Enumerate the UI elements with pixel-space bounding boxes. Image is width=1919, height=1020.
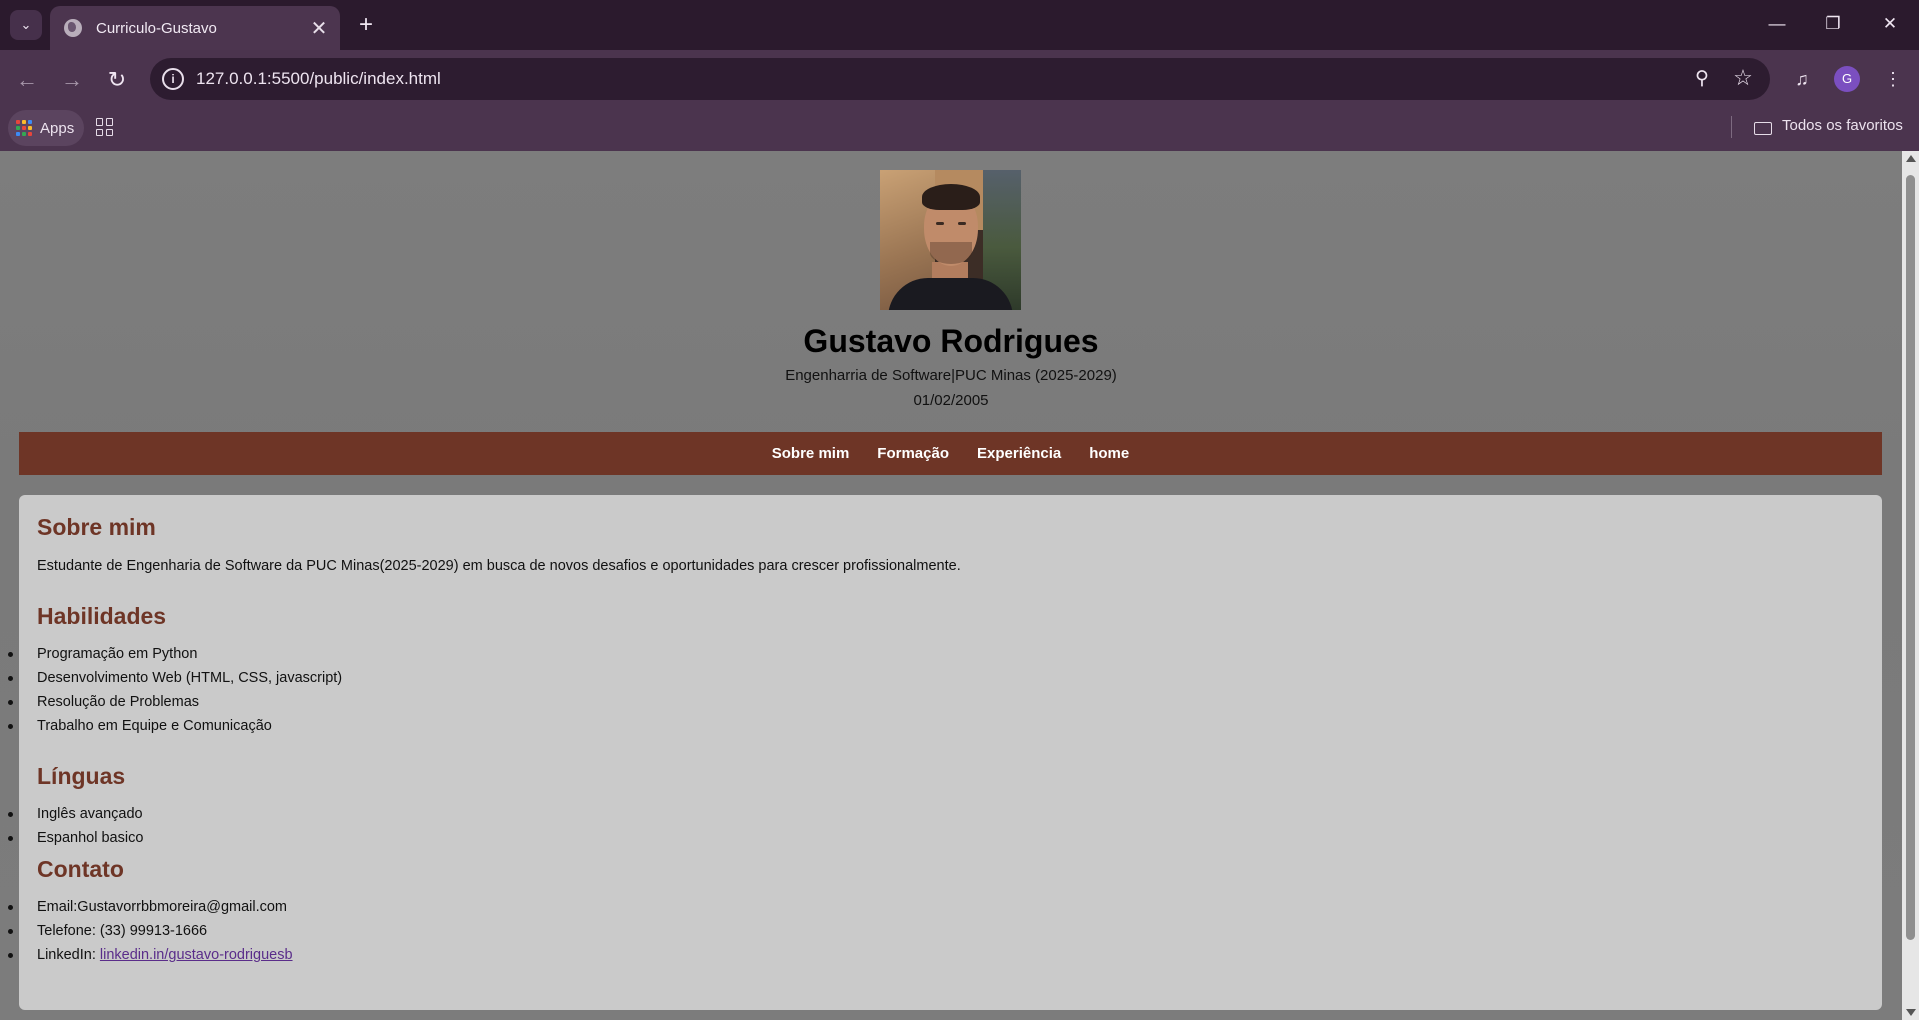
page-viewport: Gustavo Rodrigues Engenharria de Softwar… — [0, 151, 1902, 1020]
folder-icon[interactable] — [1754, 122, 1772, 135]
menu-icon[interactable]: ⋮ — [1878, 64, 1908, 94]
tab-strip: ⌄ Curriculo-Gustavo ✕ + — ❐ ✕ — [0, 0, 1919, 50]
scroll-up-icon[interactable] — [1906, 155, 1916, 162]
close-icon[interactable]: ✕ — [306, 16, 332, 41]
page-scrollbar[interactable] — [1902, 151, 1919, 1020]
list-item: Inglês avançado — [7, 802, 143, 826]
contact-linkedin: LinkedIn: linkedin.in/gustavo-rodriguesb — [8, 943, 293, 967]
nav-link-sobre-mim[interactable]: Sobre mim — [772, 445, 850, 462]
site-nav: Sobre mim Formação Experiência home — [19, 432, 1882, 475]
contact-list: Email:Gustavorrbbmoreira@gmail.com Telef… — [8, 895, 293, 967]
list-item: Programação em Python — [7, 642, 342, 666]
active-tab[interactable]: Curriculo-Gustavo ✕ — [50, 6, 340, 50]
linkedin-link[interactable]: linkedin.in/gustavo-rodriguesb — [100, 947, 293, 963]
back-icon[interactable]: ← — [12, 65, 42, 95]
list-item: Desenvolvimento Web (HTML, CSS, javascri… — [7, 666, 342, 690]
list-item: Resolução de Problemas — [7, 690, 342, 714]
scroll-down-icon[interactable] — [1906, 1009, 1916, 1016]
zoom-icon[interactable]: ⚲ — [1690, 67, 1714, 91]
apps-icon — [16, 120, 32, 136]
contact-heading: Contato — [37, 856, 124, 882]
nav-link-home[interactable]: home — [1089, 445, 1129, 462]
nav-link-experiencia[interactable]: Experiência — [977, 445, 1061, 462]
forward-icon[interactable]: → — [57, 65, 87, 95]
nav-link-formacao[interactable]: Formação — [877, 445, 949, 462]
content-card: Sobre mim Estudante de Engenharia de Sof… — [7, 495, 1882, 1010]
reload-icon[interactable]: ↻ — [102, 65, 132, 95]
contact-email: Email:Gustavorrbbmoreira@gmail.com — [8, 895, 293, 919]
about-text: Estudante de Engenharia de Software da P… — [37, 558, 961, 574]
page-title: Gustavo Rodrigues — [803, 323, 1099, 359]
apps-button[interactable]: Apps — [8, 110, 84, 146]
apps-label: Apps — [40, 119, 75, 137]
media-icon[interactable]: ♫ — [1787, 64, 1817, 94]
minimize-icon[interactable]: — — [1757, 8, 1797, 40]
list-item: Espanhol basico — [7, 826, 143, 850]
subtitle: Engenharria de Software|PUC Minas (2025-… — [785, 367, 1117, 384]
browser-toolbar: ← → ↻ i 127.0.0.1:5500/public/index.html… — [0, 50, 1919, 108]
plus-icon[interactable]: + — [352, 10, 380, 40]
address-bar[interactable]: i 127.0.0.1:5500/public/index.html ⚲ ☆ — [150, 58, 1770, 100]
tab-list-icon[interactable]: ⌄ — [10, 10, 42, 40]
skills-list: Programação em Python Desenvolvimento We… — [7, 642, 342, 738]
list-item: Trabalho em Equipe e Comunicação — [7, 714, 342, 738]
bookmarks-bar: Apps Todos os favoritos — [0, 108, 1919, 151]
info-icon[interactable]: i — [162, 68, 184, 90]
contact-phone: Telefone: (33) 99913-1666 — [8, 919, 293, 943]
globe-icon — [64, 19, 82, 37]
bookmarks-divider — [1731, 116, 1732, 138]
avatar[interactable]: G — [1834, 66, 1860, 92]
tab-title: Curriculo-Gustavo — [96, 19, 217, 37]
languages-list: Inglês avançado Espanhol basico — [7, 802, 143, 850]
all-bookmarks-link[interactable]: Todos os favoritos — [1782, 117, 1903, 134]
tab-groups-icon[interactable] — [96, 118, 114, 136]
about-heading: Sobre mim — [37, 514, 156, 540]
window-close-icon[interactable]: ✕ — [1870, 8, 1910, 40]
skills-heading: Habilidades — [37, 603, 167, 629]
star-icon[interactable]: ☆ — [1730, 65, 1756, 91]
languages-heading: Línguas — [37, 763, 126, 789]
scrollbar-thumb[interactable] — [1906, 175, 1915, 940]
url-text[interactable]: 127.0.0.1:5500/public/index.html — [196, 69, 441, 89]
birthdate: 01/02/2005 — [913, 392, 989, 409]
profile-photo — [880, 170, 1021, 310]
restore-icon[interactable]: ❐ — [1813, 8, 1853, 40]
linkedin-label: LinkedIn: — [37, 947, 100, 963]
